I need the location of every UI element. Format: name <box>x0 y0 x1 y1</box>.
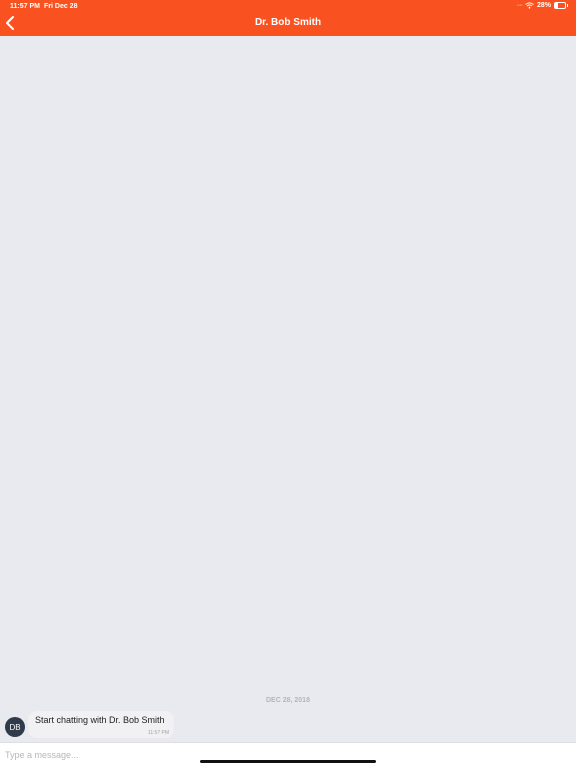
status-indicators: ···· 28% <box>516 2 568 9</box>
message-bubble[interactable]: Start chatting with Dr. Bob Smith 11:57 … <box>28 711 174 738</box>
battery-percent: 28% <box>536 2 551 9</box>
battery-icon <box>554 2 568 9</box>
signal-dots-icon: ···· <box>516 2 523 9</box>
nav-bar: Dr. Bob Smith <box>0 12 576 36</box>
home-indicator <box>200 760 376 763</box>
app-header: 11:57 PM Fri Dec 28 ···· 28% Dr. Bob Smi… <box>0 0 576 36</box>
battery-level <box>555 3 558 8</box>
avatar[interactable]: DB <box>5 717 25 737</box>
message-time: 11:57 PM <box>147 730 169 736</box>
composer-bar <box>0 742 576 768</box>
wifi-icon <box>525 2 534 9</box>
messages-area[interactable]: DEC 28, 2018 DB Start chatting with Dr. … <box>0 36 576 742</box>
date-separator: DEC 28, 2018 <box>266 697 310 704</box>
status-date: Fri Dec 28 <box>44 3 78 10</box>
page-title: Dr. Bob Smith <box>254 17 322 28</box>
message-text: Start chatting with Dr. Bob Smith <box>35 715 165 725</box>
status-time: 11:57 PM <box>10 3 40 10</box>
